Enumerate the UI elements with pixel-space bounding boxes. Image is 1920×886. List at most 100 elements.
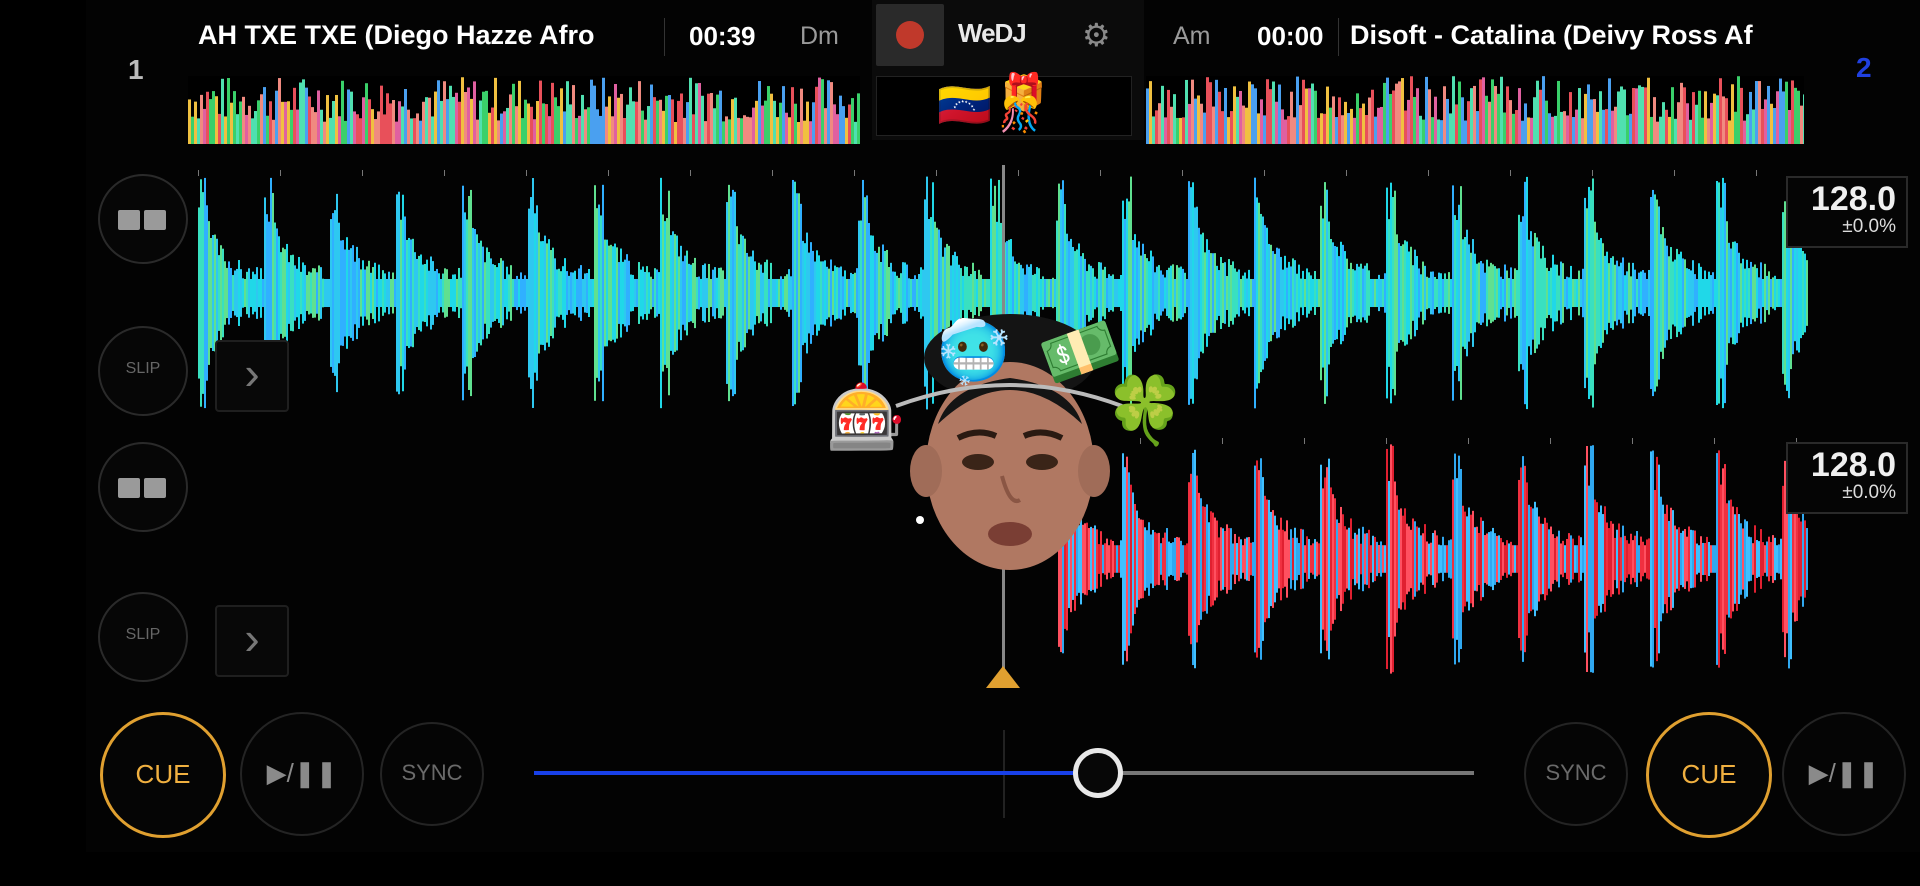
waveform-bar xyxy=(1298,543,1300,575)
overview-bar xyxy=(1752,109,1755,144)
waveform-bar xyxy=(1642,541,1644,577)
waveform-bar xyxy=(1304,278,1306,308)
waveform-bar xyxy=(1666,504,1668,614)
crossfader-knob[interactable] xyxy=(1073,748,1123,798)
overview-bar xyxy=(1740,87,1743,144)
overview-bar xyxy=(1341,115,1344,144)
waveform-bar xyxy=(742,235,744,351)
deck1-split-button[interactable] xyxy=(98,174,188,264)
overview-bar xyxy=(551,82,554,144)
overview-bar xyxy=(224,116,227,144)
waveform-bar xyxy=(1782,485,1784,633)
deck2-overview-waveform[interactable] xyxy=(1146,76,1804,144)
waveform-bar xyxy=(500,258,502,328)
overview-bar xyxy=(1581,118,1584,144)
overview-bar xyxy=(1623,89,1626,144)
waveform-bar xyxy=(1650,197,1652,389)
overview-bar xyxy=(737,117,740,144)
waveform-bar xyxy=(1238,269,1240,317)
waveform-bar xyxy=(1478,262,1480,324)
overview-bar xyxy=(299,82,302,144)
overview-bar xyxy=(479,100,482,144)
waveform-bar xyxy=(1690,270,1692,316)
deck1-track-title[interactable]: AH TXE TXE (Diego Hazze Afro xyxy=(198,20,646,51)
waveform-bar xyxy=(1206,504,1208,614)
overview-bar xyxy=(260,94,263,144)
deck2-cue-button[interactable]: CUE xyxy=(1646,712,1772,838)
waveform-bar xyxy=(1266,227,1268,359)
waveform-bar xyxy=(1776,545,1778,573)
overview-bar xyxy=(296,109,299,144)
waveform-bar xyxy=(1458,455,1460,663)
waveform-bar xyxy=(1792,505,1794,613)
waveform-bar xyxy=(370,272,372,314)
deck2-forward-button[interactable]: › xyxy=(215,605,289,677)
waveform-bar xyxy=(612,246,614,340)
deck2-play-pause-button[interactable]: ▶/❚❚ xyxy=(1782,712,1906,836)
waveform-bar xyxy=(1766,541,1768,577)
deck1-bpm-display[interactable]: 128.0 ±0.0% xyxy=(1786,176,1908,248)
deck1-play-pause-button[interactable]: ▶/❚❚ xyxy=(240,712,364,836)
overview-bar xyxy=(830,82,833,144)
waveform-bar xyxy=(318,265,320,321)
waveform-bar xyxy=(1634,269,1636,317)
waveform-bar xyxy=(1278,248,1280,338)
waveform-bar xyxy=(1588,186,1590,400)
waveform-bar xyxy=(542,241,544,345)
overview-bar xyxy=(1629,113,1632,144)
waveform-bar xyxy=(714,267,716,319)
waveform-bar xyxy=(1546,267,1548,319)
overview-bar xyxy=(416,113,419,144)
overview-bar xyxy=(1779,78,1782,144)
waveform-bar xyxy=(1756,540,1758,578)
waveform-bar xyxy=(1462,505,1464,613)
waveform-bar xyxy=(498,263,500,323)
deck1-forward-button[interactable]: › xyxy=(215,340,289,412)
play-pause-icon: ▶/❚❚ xyxy=(1808,758,1880,788)
overview-bar xyxy=(1278,84,1281,144)
overview-bar xyxy=(1323,113,1326,144)
deck1-sync-button[interactable]: SYNC xyxy=(380,722,484,826)
waveform-bar xyxy=(1244,538,1246,580)
overview-bar xyxy=(374,119,377,144)
overview-bar xyxy=(677,100,680,144)
waveform-bar xyxy=(778,278,780,308)
overview-bar xyxy=(1233,86,1236,144)
waveform-bar xyxy=(1506,270,1508,316)
overview-bar xyxy=(251,118,254,144)
overview-bar xyxy=(1650,116,1653,144)
overview-bar xyxy=(434,91,437,144)
deck1-number: 1 xyxy=(128,54,144,85)
overview-bar xyxy=(557,106,560,144)
waveform-bar xyxy=(1668,520,1670,598)
gear-icon[interactable]: ⚙ xyxy=(1082,16,1111,54)
waveform-bar xyxy=(426,259,428,327)
overview-bar xyxy=(230,102,233,144)
waveform-bar xyxy=(1696,278,1698,308)
crossfader-track[interactable] xyxy=(534,771,1474,775)
overview-bar xyxy=(803,120,806,144)
overview-bar xyxy=(386,93,389,144)
deck2-slip-button[interactable]: SLIP xyxy=(98,592,188,682)
waveform-bar xyxy=(1282,269,1284,317)
deck2-sync-button[interactable]: SYNC xyxy=(1524,722,1628,826)
waveform-bar xyxy=(256,267,258,319)
waveform-bar xyxy=(1412,265,1414,321)
deck1-cue-button[interactable]: CUE xyxy=(100,712,226,838)
overview-bar xyxy=(1434,96,1437,144)
waveform-bar xyxy=(348,249,350,337)
waveform-bar xyxy=(1750,261,1752,325)
overview-bar xyxy=(758,81,761,144)
waveform-bar xyxy=(1504,264,1506,322)
deck2-split-button[interactable] xyxy=(98,442,188,532)
deck1-overview-waveform[interactable] xyxy=(188,76,860,144)
slip-label: SLIP xyxy=(125,626,161,643)
waveform-bar xyxy=(1404,240,1406,346)
deck1-slip-button[interactable]: SLIP xyxy=(98,326,188,416)
deck2-track-title[interactable]: Disoft - Catalina (Deivy Ross Af xyxy=(1350,20,1804,51)
overview-bar xyxy=(1266,79,1269,144)
deck2-bpm-display[interactable]: 128.0 ±0.0% xyxy=(1786,442,1908,514)
waveform-bar xyxy=(1450,539,1452,579)
waveform-bar xyxy=(1216,520,1218,598)
record-button[interactable] xyxy=(876,4,944,66)
